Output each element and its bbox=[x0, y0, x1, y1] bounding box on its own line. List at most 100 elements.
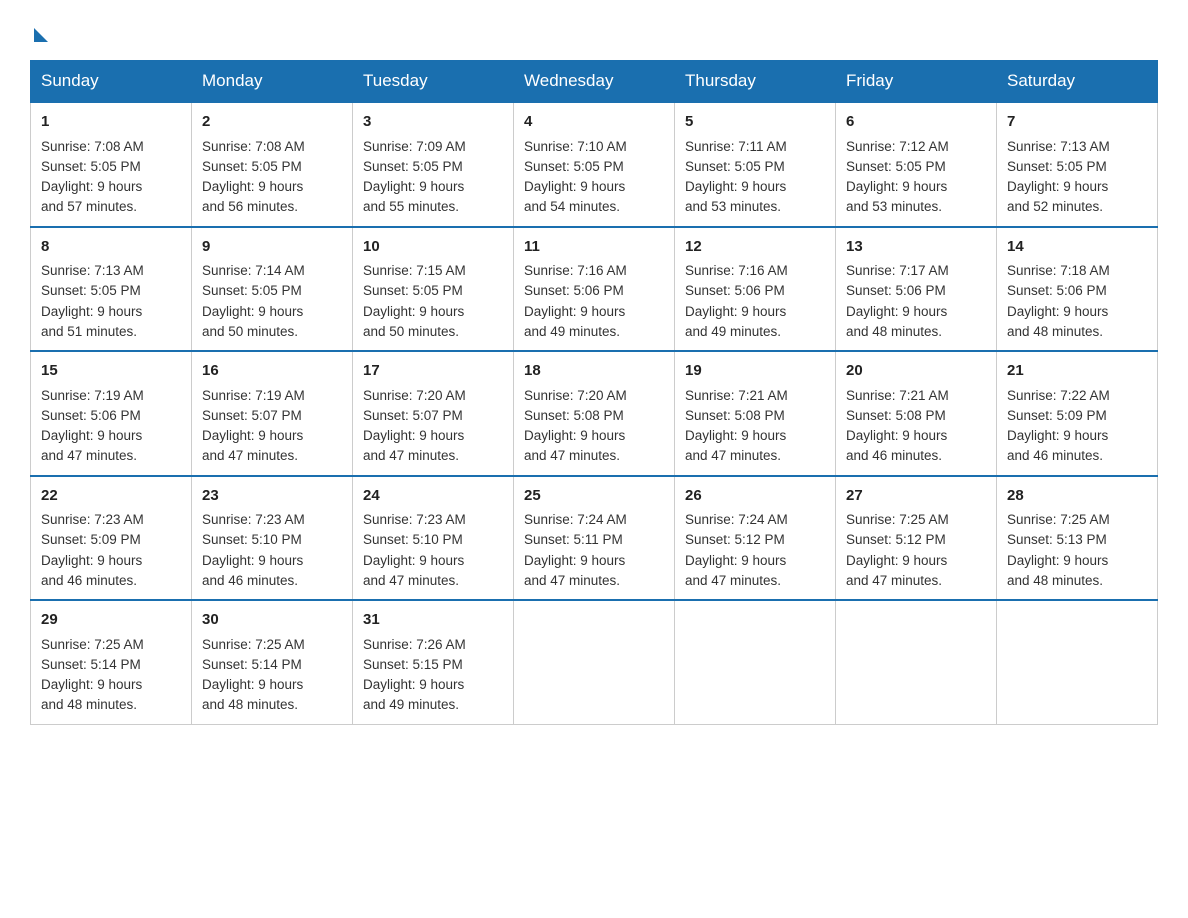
calendar-cell: 17Sunrise: 7:20 AMSunset: 5:07 PMDayligh… bbox=[353, 351, 514, 476]
day-info: Sunrise: 7:12 AMSunset: 5:05 PMDaylight:… bbox=[846, 139, 949, 215]
calendar-cell bbox=[836, 600, 997, 724]
day-number: 21 bbox=[1007, 360, 1147, 383]
day-info: Sunrise: 7:09 AMSunset: 5:05 PMDaylight:… bbox=[363, 139, 466, 215]
day-info: Sunrise: 7:20 AMSunset: 5:07 PMDaylight:… bbox=[363, 388, 466, 464]
day-info: Sunrise: 7:18 AMSunset: 5:06 PMDaylight:… bbox=[1007, 263, 1110, 339]
day-info: Sunrise: 7:10 AMSunset: 5:05 PMDaylight:… bbox=[524, 139, 627, 215]
day-info: Sunrise: 7:16 AMSunset: 5:06 PMDaylight:… bbox=[524, 263, 627, 339]
day-number: 26 bbox=[685, 485, 825, 508]
calendar-cell: 18 Sunrise: 7:20 AMSunset: 5:08 PMDayligh… bbox=[514, 351, 675, 476]
day-number: 24 bbox=[363, 485, 503, 508]
calendar-cell: 28 Sunrise: 7:25 AMSunset: 5:13 PMDayligh… bbox=[997, 476, 1158, 601]
calendar-cell: 6 Sunrise: 7:12 AMSunset: 5:05 PMDaylight… bbox=[836, 102, 997, 227]
day-info: Sunrise: 7:15 AMSunset: 5:05 PMDaylight:… bbox=[363, 263, 466, 339]
calendar-cell: 13 Sunrise: 7:17 AMSunset: 5:06 PMDayligh… bbox=[836, 227, 997, 352]
calendar-cell: 30Sunrise: 7:25 AMSunset: 5:14 PMDayligh… bbox=[192, 600, 353, 724]
calendar-cell: 1 Sunrise: 7:08 AMSunset: 5:05 PMDaylight… bbox=[31, 102, 192, 227]
day-info: Sunrise: 7:26 AMSunset: 5:15 PMDaylight:… bbox=[363, 637, 466, 713]
day-info: Sunrise: 7:25 AMSunset: 5:14 PMDaylight:… bbox=[202, 637, 305, 713]
day-info: Sunrise: 7:17 AMSunset: 5:06 PMDaylight:… bbox=[846, 263, 949, 339]
calendar-cell: 4 Sunrise: 7:10 AMSunset: 5:05 PMDaylight… bbox=[514, 102, 675, 227]
header-tuesday: Tuesday bbox=[353, 61, 514, 103]
day-info: Sunrise: 7:14 AMSunset: 5:05 PMDaylight:… bbox=[202, 263, 305, 339]
calendar-cell bbox=[997, 600, 1158, 724]
page-header bbox=[30, 20, 1158, 44]
day-info: Sunrise: 7:20 AMSunset: 5:08 PMDaylight:… bbox=[524, 388, 627, 464]
day-number: 3 bbox=[363, 111, 503, 134]
header-sunday: Sunday bbox=[31, 61, 192, 103]
calendar-cell: 11Sunrise: 7:16 AMSunset: 5:06 PMDayligh… bbox=[514, 227, 675, 352]
day-number: 20 bbox=[846, 360, 986, 383]
day-info: Sunrise: 7:16 AMSunset: 5:06 PMDaylight:… bbox=[685, 263, 788, 339]
day-info: Sunrise: 7:19 AMSunset: 5:07 PMDaylight:… bbox=[202, 388, 305, 464]
day-info: Sunrise: 7:13 AMSunset: 5:05 PMDaylight:… bbox=[1007, 139, 1110, 215]
calendar-cell: 26Sunrise: 7:24 AMSunset: 5:12 PMDayligh… bbox=[675, 476, 836, 601]
day-info: Sunrise: 7:23 AMSunset: 5:10 PMDaylight:… bbox=[202, 512, 305, 588]
day-number: 31 bbox=[363, 609, 503, 632]
week-row-5: 29Sunrise: 7:25 AMSunset: 5:14 PMDayligh… bbox=[31, 600, 1158, 724]
day-number: 27 bbox=[846, 485, 986, 508]
week-row-3: 15 Sunrise: 7:19 AMSunset: 5:06 PMDayligh… bbox=[31, 351, 1158, 476]
header-friday: Friday bbox=[836, 61, 997, 103]
week-row-4: 22 Sunrise: 7:23 AMSunset: 5:09 PMDayligh… bbox=[31, 476, 1158, 601]
calendar-cell: 10 Sunrise: 7:15 AMSunset: 5:05 PMDayligh… bbox=[353, 227, 514, 352]
day-number: 14 bbox=[1007, 236, 1147, 259]
day-number: 16 bbox=[202, 360, 342, 383]
day-number: 18 bbox=[524, 360, 664, 383]
day-number: 25 bbox=[524, 485, 664, 508]
calendar-cell: 29Sunrise: 7:25 AMSunset: 5:14 PMDayligh… bbox=[31, 600, 192, 724]
day-info: Sunrise: 7:22 AMSunset: 5:09 PMDaylight:… bbox=[1007, 388, 1110, 464]
day-number: 1 bbox=[41, 111, 181, 134]
calendar-cell: 9 Sunrise: 7:14 AMSunset: 5:05 PMDaylight… bbox=[192, 227, 353, 352]
calendar-cell: 31 Sunrise: 7:26 AMSunset: 5:15 PMDayligh… bbox=[353, 600, 514, 724]
header-row: SundayMondayTuesdayWednesdayThursdayFrid… bbox=[31, 61, 1158, 103]
header-thursday: Thursday bbox=[675, 61, 836, 103]
day-number: 8 bbox=[41, 236, 181, 259]
calendar-cell: 16 Sunrise: 7:19 AMSunset: 5:07 PMDayligh… bbox=[192, 351, 353, 476]
calendar-cell bbox=[675, 600, 836, 724]
header-saturday: Saturday bbox=[997, 61, 1158, 103]
calendar-cell: 24 Sunrise: 7:23 AMSunset: 5:10 PMDayligh… bbox=[353, 476, 514, 601]
calendar-cell: 14 Sunrise: 7:18 AMSunset: 5:06 PMDayligh… bbox=[997, 227, 1158, 352]
week-row-2: 8Sunrise: 7:13 AMSunset: 5:05 PMDaylight… bbox=[31, 227, 1158, 352]
day-info: Sunrise: 7:24 AMSunset: 5:11 PMDaylight:… bbox=[524, 512, 627, 588]
calendar-cell: 19Sunrise: 7:21 AMSunset: 5:08 PMDayligh… bbox=[675, 351, 836, 476]
day-number: 2 bbox=[202, 111, 342, 134]
calendar-cell: 22 Sunrise: 7:23 AMSunset: 5:09 PMDayligh… bbox=[31, 476, 192, 601]
day-info: Sunrise: 7:19 AMSunset: 5:06 PMDaylight:… bbox=[41, 388, 144, 464]
day-number: 7 bbox=[1007, 111, 1147, 134]
logo bbox=[30, 20, 48, 44]
day-number: 5 bbox=[685, 111, 825, 134]
calendar-cell: 3 Sunrise: 7:09 AMSunset: 5:05 PMDaylight… bbox=[353, 102, 514, 227]
day-number: 4 bbox=[524, 111, 664, 134]
calendar-cell: 21 Sunrise: 7:22 AMSunset: 5:09 PMDayligh… bbox=[997, 351, 1158, 476]
day-info: Sunrise: 7:21 AMSunset: 5:08 PMDaylight:… bbox=[846, 388, 949, 464]
day-info: Sunrise: 7:25 AMSunset: 5:13 PMDaylight:… bbox=[1007, 512, 1110, 588]
header-wednesday: Wednesday bbox=[514, 61, 675, 103]
day-info: Sunrise: 7:23 AMSunset: 5:10 PMDaylight:… bbox=[363, 512, 466, 588]
calendar-cell: 27 Sunrise: 7:25 AMSunset: 5:12 PMDayligh… bbox=[836, 476, 997, 601]
day-info: Sunrise: 7:08 AMSunset: 5:05 PMDaylight:… bbox=[202, 139, 305, 215]
day-number: 10 bbox=[363, 236, 503, 259]
calendar-cell: 25 Sunrise: 7:24 AMSunset: 5:11 PMDayligh… bbox=[514, 476, 675, 601]
day-number: 6 bbox=[846, 111, 986, 134]
logo-triangle-icon bbox=[34, 28, 48, 42]
day-info: Sunrise: 7:11 AMSunset: 5:05 PMDaylight:… bbox=[685, 139, 787, 215]
calendar-cell: 7 Sunrise: 7:13 AMSunset: 5:05 PMDaylight… bbox=[997, 102, 1158, 227]
day-number: 28 bbox=[1007, 485, 1147, 508]
calendar-cell: 2 Sunrise: 7:08 AMSunset: 5:05 PMDaylight… bbox=[192, 102, 353, 227]
day-number: 13 bbox=[846, 236, 986, 259]
day-number: 22 bbox=[41, 485, 181, 508]
calendar-cell: 5 Sunrise: 7:11 AMSunset: 5:05 PMDaylight… bbox=[675, 102, 836, 227]
day-info: Sunrise: 7:08 AMSunset: 5:05 PMDaylight:… bbox=[41, 139, 144, 215]
calendar-cell: 20 Sunrise: 7:21 AMSunset: 5:08 PMDayligh… bbox=[836, 351, 997, 476]
day-info: Sunrise: 7:23 AMSunset: 5:09 PMDaylight:… bbox=[41, 512, 144, 588]
day-info: Sunrise: 7:25 AMSunset: 5:14 PMDaylight:… bbox=[41, 637, 144, 713]
day-number: 15 bbox=[41, 360, 181, 383]
calendar-table: SundayMondayTuesdayWednesdayThursdayFrid… bbox=[30, 60, 1158, 725]
day-number: 9 bbox=[202, 236, 342, 259]
header-monday: Monday bbox=[192, 61, 353, 103]
calendar-cell: 23Sunrise: 7:23 AMSunset: 5:10 PMDayligh… bbox=[192, 476, 353, 601]
week-row-1: 1 Sunrise: 7:08 AMSunset: 5:05 PMDaylight… bbox=[31, 102, 1158, 227]
day-info: Sunrise: 7:25 AMSunset: 5:12 PMDaylight:… bbox=[846, 512, 949, 588]
